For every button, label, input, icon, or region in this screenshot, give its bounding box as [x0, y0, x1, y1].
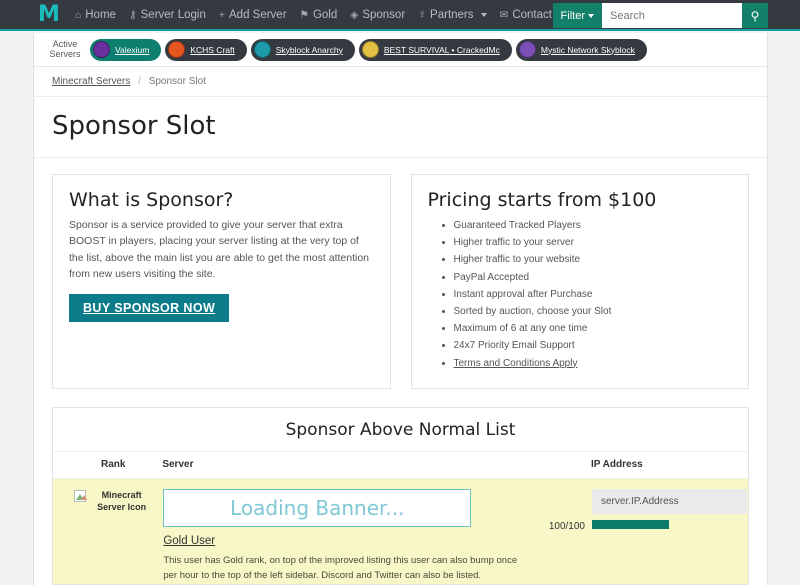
active-server-pill-1[interactable]: Valexium	[90, 38, 162, 61]
column-header-ip: IP Address	[591, 451, 748, 479]
sponsor-table: Rank Server IP Address Minecraft Server …	[53, 451, 748, 585]
nav-label: Partners	[430, 8, 474, 21]
nav-label: Home	[85, 8, 116, 21]
list-item: Instant approval after Purchase	[454, 286, 733, 303]
page-container: Active Servers Valexium KCHS Craft Skybl…	[33, 33, 768, 585]
column-header-server: Server	[162, 451, 522, 479]
diamond-icon: ◈	[350, 8, 359, 21]
search-area: Filter ⚲	[552, 3, 768, 28]
nav-item-home[interactable]: ⌂ Home	[75, 9, 116, 21]
search-input[interactable]	[602, 3, 742, 28]
nav-item-sponsor[interactable]: ◈ Sponsor	[350, 9, 405, 21]
active-server-pill-2[interactable]: KCHS Craft	[165, 38, 247, 61]
list-item: Sorted by auction, choose your Slot	[454, 303, 733, 320]
buy-sponsor-now-button[interactable]: BUY SPONSOR NOW	[69, 294, 230, 323]
list-item: Higher traffic to your server	[454, 234, 733, 251]
list-item: Terms and Conditions Apply	[454, 355, 733, 372]
active-server-pill-5[interactable]: Mystic Network Skyblock	[515, 38, 647, 61]
list-item: 24x7 Priority Email Support	[454, 337, 733, 354]
column-header-players	[521, 451, 591, 479]
page-title: Sponsor Slot	[34, 97, 767, 158]
pricing-card: Pricing starts from $100 Guaranteed Trac…	[410, 174, 749, 389]
site-logo[interactable]: M	[38, 3, 60, 26]
server-icon-alt-text: Minecraft Server Icon	[97, 489, 147, 512]
home-icon: ⌂	[74, 8, 82, 21]
terms-and-conditions-link[interactable]: Terms and Conditions Apply	[454, 358, 578, 369]
search-submit-button[interactable]: ⚲	[742, 3, 768, 28]
copy-ip-bar[interactable]	[592, 519, 669, 529]
list-item: Guaranteed Tracked Players	[454, 217, 733, 234]
what-is-sponsor-body: Sponsor is a service provided to give yo…	[69, 219, 370, 280]
sponsor-list-panel: Sponsor Above Normal List Rank Server IP…	[52, 406, 749, 585]
server-banner[interactable]: Loading Banner...	[163, 488, 472, 527]
nav-label: Sponsor	[362, 8, 406, 21]
table-row[interactable]: Minecraft Server Icon Loading Banner... …	[53, 478, 748, 585]
banner-loading-text: Loading Banner...	[230, 495, 405, 520]
list-item: Maximum of 6 at any one time	[454, 320, 733, 337]
server-avatar-icon	[518, 41, 536, 58]
sponsor-list-title: Sponsor Above Normal List	[53, 408, 748, 452]
server-avatar-icon	[93, 41, 110, 58]
nav-item-server-login[interactable]: ⚷ Server Login	[129, 9, 206, 21]
nav-label: Add Server	[229, 8, 287, 21]
handshake-icon: ☿	[418, 8, 427, 21]
server-icon-cell: Minecraft Server Icon	[53, 478, 162, 584]
info-cards-row: What is Sponsor? Sponsor is a service pr…	[34, 158, 767, 389]
server-avatar-icon	[361, 41, 379, 58]
what-is-sponsor-card: What is Sponsor? Sponsor is a service pr…	[52, 174, 391, 389]
tag-icon: ⚑	[299, 8, 309, 21]
breadcrumb: Minecraft Servers / Sponsor Slot	[34, 67, 767, 97]
ip-address-cell: server.IP.Address	[591, 478, 748, 584]
nav-label: Contact	[512, 8, 552, 21]
broken-image-icon	[73, 489, 87, 502]
server-avatar-icon	[253, 41, 271, 58]
nav-item-contact[interactable]: ✉ Contact	[500, 9, 552, 21]
chevron-down-icon	[588, 13, 594, 18]
active-server-pill-4[interactable]: BEST SURVIVAL • CrackedMc	[358, 38, 512, 61]
breadcrumb-separator: /	[138, 76, 141, 87]
table-header: Rank Server IP Address	[53, 451, 748, 479]
server-name-link[interactable]: Gold User	[163, 535, 520, 547]
pricing-heading: Pricing starts from $100	[427, 189, 657, 211]
chevron-down-icon	[480, 12, 487, 17]
nav-item-partners[interactable]: ☿ Partners	[418, 8, 487, 21]
server-description: This user has Gold rank, on top of the i…	[163, 554, 518, 581]
player-count: 100/100	[548, 520, 585, 532]
what-is-sponsor-heading: What is Sponsor?	[69, 189, 234, 211]
breadcrumb-current: Sponsor Slot	[148, 76, 206, 87]
active-server-pill-3[interactable]: Skyblock Anarchy	[250, 38, 355, 61]
nav-label: Server Login	[140, 8, 206, 21]
server-details-cell: Loading Banner... Gold User This user ha…	[162, 478, 521, 584]
nav-item-add-server[interactable]: + Add Server	[219, 9, 287, 21]
list-item: PayPal Accepted	[454, 269, 733, 286]
active-servers-label: Active Servers	[49, 38, 81, 59]
breadcrumb-root-link[interactable]: Minecraft Servers	[52, 76, 130, 87]
nav-item-gold[interactable]: ⚑ Gold	[300, 9, 338, 21]
ip-address-field[interactable]: server.IP.Address	[592, 488, 747, 514]
filter-dropdown-button[interactable]: Filter	[552, 3, 602, 28]
list-item: Higher traffic to your website	[454, 251, 733, 268]
primary-nav: ⌂ Home ⚷ Server Login + Add Server ⚑ Gol…	[75, 9, 552, 21]
nav-label: Gold	[312, 8, 338, 21]
active-servers-strip: Active Servers Valexium KCHS Craft Skybl…	[34, 33, 767, 67]
server-avatar-icon	[168, 41, 186, 58]
envelope-icon: ✉	[499, 8, 509, 21]
pricing-feature-list: Guaranteed Tracked Players Higher traffi…	[428, 217, 733, 372]
key-icon: ⚷	[128, 8, 137, 21]
plus-icon: +	[218, 8, 225, 21]
column-header-rank: Rank	[53, 451, 163, 479]
top-navbar: M ⌂ Home ⚷ Server Login + Add Server ⚑ G…	[0, 0, 800, 31]
search-icon: ⚲	[750, 8, 760, 23]
table-body: Minecraft Server Icon Loading Banner... …	[53, 478, 748, 585]
table-header-row: Rank Server IP Address	[53, 451, 748, 479]
filter-label: Filter	[560, 9, 585, 22]
